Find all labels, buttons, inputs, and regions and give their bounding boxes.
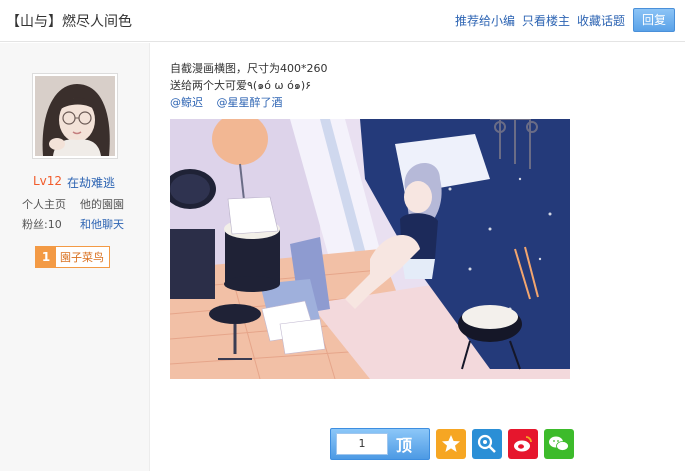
post-line-1: 自截漫画横图，尺寸为400*260 [170,62,328,75]
mentions-line: @鲸迟 @星星醉了酒 [170,94,328,111]
post-line-2: 送给两个大可爱٩(๑ó ω ó๑)۶ [170,79,312,92]
badge-number: 1 [36,247,56,267]
upvote-count: 1 [336,433,388,455]
mention-link[interactable]: @星星醉了酒 [217,96,283,109]
upvote-label: 顶 [396,436,413,455]
avatar-frame[interactable] [32,73,118,159]
post-illustration[interactable] [170,119,570,379]
fans-count: 粉丝:10 [22,218,62,231]
recommend-link[interactable]: 推荐给小编 [455,12,515,29]
star-icon[interactable] [436,429,466,459]
author-sidebar: Lv12 在劫难逃 个人主页 他的園園 粉丝:10 和他聊天 1 園子菜鸟 [0,43,150,471]
upvote-button[interactable]: 1 顶 [330,428,430,460]
username-link[interactable]: 在劫难逃 [67,174,115,191]
qzone-icon[interactable] [472,429,502,459]
favorite-link[interactable]: 收藏话题 [577,12,625,29]
wechat-icon[interactable] [544,429,574,459]
badge-title: 園子菜鸟 [60,251,104,264]
thread-title: 【山与】燃尽人间色 [6,14,132,30]
user-garden-label[interactable]: 他的園園 [80,196,124,212]
header-actions: 推荐给小编 只看楼主 收藏话题 回复 [448,8,675,32]
user-level: Lv12 [33,174,63,188]
personal-homepage-label[interactable]: 个人主页 [22,196,66,212]
only-op-link[interactable]: 只看楼主 [522,12,570,29]
rank-badge: 1 園子菜鸟 [35,246,110,268]
reply-button[interactable]: 回复 [633,8,675,32]
chat-link[interactable]: 和他聊天 [80,216,124,232]
post-content: 自截漫画横图，尺寸为400*260 送给两个大可爱٩(๑ó ω ó๑)۶ @鲸迟… [170,60,328,111]
post-action-bar: 1 顶 [330,428,574,460]
avatar[interactable] [35,76,115,156]
weibo-icon[interactable] [508,429,538,459]
thread-header: 【山与】燃尽人间色 推荐给小编 只看楼主 收藏话题 回复 [0,0,685,42]
mention-link[interactable]: @鲸迟 [170,96,203,109]
